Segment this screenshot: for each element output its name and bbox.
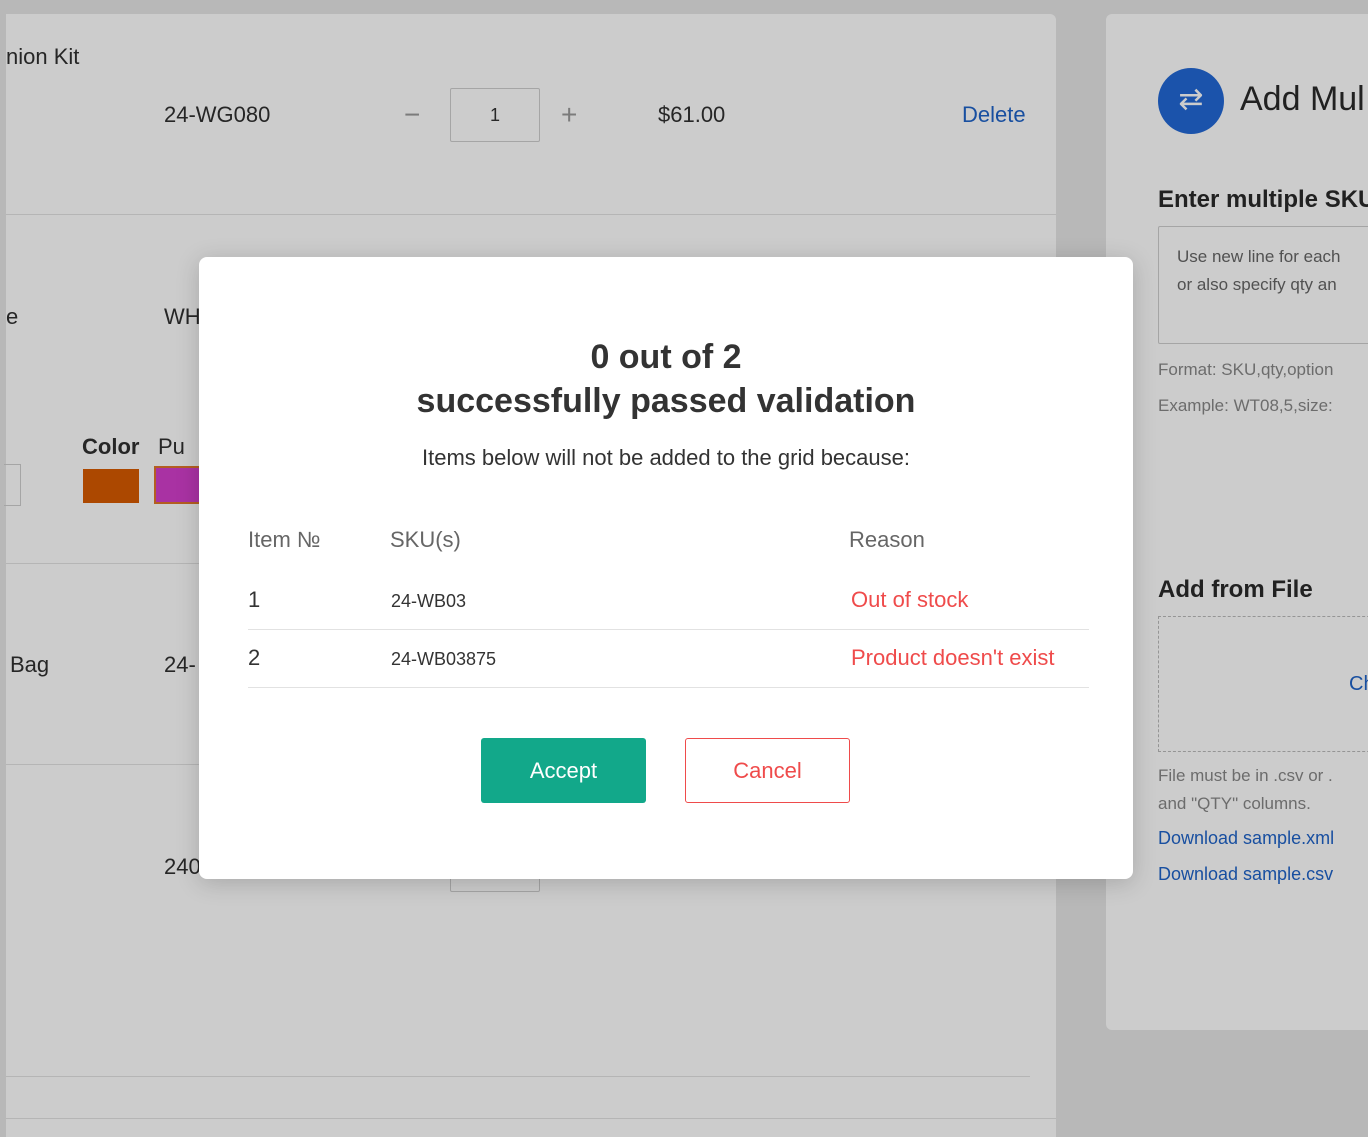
page: nion Kit 24-WG080 − 1 + $61.00 Delete e …	[0, 0, 1368, 1137]
item-sku: 24-WB03	[391, 591, 467, 611]
item-number: 2	[248, 645, 261, 670]
validation-modal: 0 out of 2 successfully passed validatio…	[199, 257, 1133, 879]
column-header-sku: SKU(s)	[390, 527, 461, 552]
item-reason: Product doesn't exist	[851, 645, 1055, 670]
item-sku: 24-WB03875	[391, 649, 497, 669]
row-divider	[248, 629, 1089, 630]
cancel-button[interactable]: Cancel	[685, 738, 850, 803]
item-reason: Out of stock	[851, 587, 969, 612]
modal-title-line: successfully passed validation	[416, 382, 916, 420]
item-number: 1	[248, 587, 261, 612]
row-divider	[248, 687, 1089, 688]
column-header-reason: Reason	[849, 527, 925, 552]
modal-subtitle: Items below will not be added to the gri…	[422, 445, 910, 470]
accept-button[interactable]: Accept	[481, 738, 646, 803]
modal-title-line: 0 out of 2	[590, 338, 742, 376]
column-header-item: Item №	[248, 527, 321, 552]
modal-title: 0 out of 2 successfully passed validatio…	[199, 335, 1133, 423]
